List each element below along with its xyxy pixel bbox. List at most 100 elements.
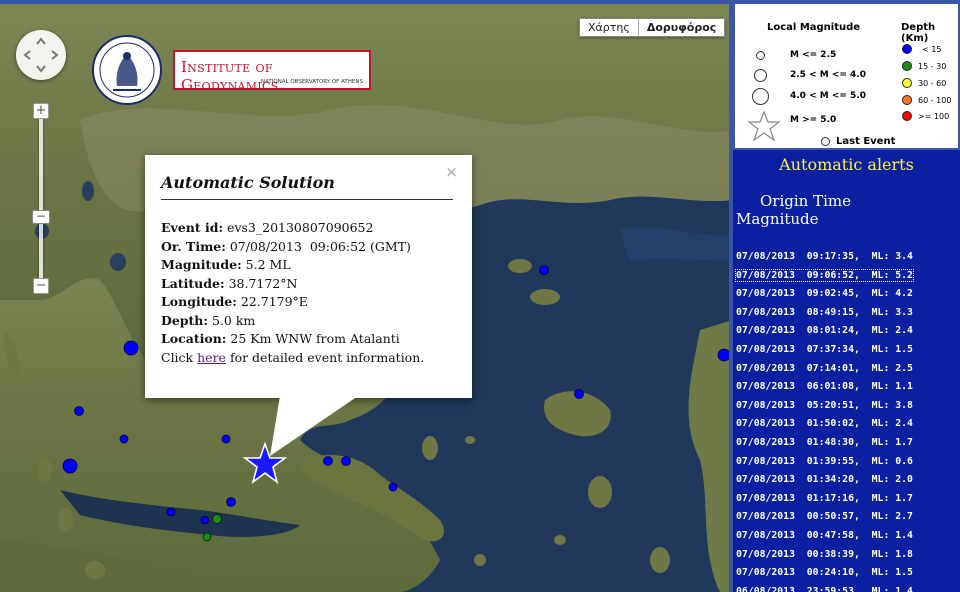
details-row: Click here for detailed event informatio…	[161, 349, 424, 368]
alert-row-text: 07/08/2013 07:37:34, ML: 1.5	[736, 343, 913, 355]
alert-row[interactable]: 07/08/2013 09:02:45, ML: 4.2	[733, 285, 960, 304]
logo-banner: Institute of Geodynamics NATIONAL OBSERV…	[173, 50, 371, 94]
origin-time-row: Or. Time: 07/08/2013 09:06:52 (GMT)	[161, 238, 424, 257]
latitude-label: Latitude:	[161, 275, 225, 291]
pan-control[interactable]	[16, 30, 66, 80]
institute-logo[interactable]: Institute of Geodynamics NATIONAL OBSERV…	[87, 35, 379, 105]
event-marker	[200, 515, 210, 525]
alert-row[interactable]: 07/08/2013 01:17:16, ML: 1.7	[733, 490, 960, 509]
location-value: 25 Km WNW from Atalanti	[230, 331, 400, 346]
alert-row-text: 07/08/2013 09:17:35, ML: 3.4	[736, 251, 913, 262]
event-marker	[62, 458, 78, 474]
details-prefix: Click	[161, 349, 194, 365]
popup-pointer	[270, 396, 358, 456]
pan-down-icon[interactable]	[34, 61, 48, 75]
alert-row-text: 07/08/2013 07:14:01, ML: 2.5	[736, 362, 913, 374]
legend-depth-item-4: 60 - 100	[918, 96, 952, 105]
zoom-in-button[interactable]: +	[33, 103, 49, 119]
latitude-value: 38.7172°N	[228, 275, 298, 291]
zoom-slider-track[interactable]	[39, 112, 43, 284]
event-marker	[574, 389, 584, 399]
alert-row-text: 07/08/2013 08:49:15, ML: 3.3	[736, 306, 913, 318]
event-id-value: evs3_20130807090652	[227, 220, 374, 235]
longitude-row: Longitude: 22.7179°E	[161, 293, 424, 312]
alert-row-text: 07/08/2013 00:38:39, ML: 1.8	[736, 548, 913, 560]
legend-depth-title: Depth (Km)	[901, 22, 936, 44]
alert-row-text: 07/08/2013 01:48:30, ML: 1.7	[736, 436, 913, 448]
alert-row-text: 07/08/2013 06:01:08, ML: 1.1	[736, 381, 913, 393]
magnitude-circle-small-icon	[756, 51, 765, 60]
alert-row-text: 07/08/2013 00:24:10, ML: 1.5	[736, 567, 913, 579]
alert-row[interactable]: 07/08/2013 01:50:02, ML: 2.4	[733, 415, 960, 434]
alert-row[interactable]: 07/08/2013 06:01:08, ML: 1.1	[733, 378, 960, 397]
alert-row-text: 07/08/2013 01:39:55, ML: 0.6	[736, 455, 913, 467]
event-marker	[212, 514, 222, 524]
map-type-satellite-button[interactable]: Δορυφόρος	[637, 19, 725, 36]
depth-value: 5.0 km	[212, 312, 256, 328]
depth-dot-60-100-icon	[902, 95, 912, 105]
longitude-value: 22.7179°E	[240, 294, 308, 309]
alert-row[interactable]: 06/08/2013 23:59:53, ML: 1.4	[733, 583, 960, 592]
map-frame-top	[0, 0, 733, 4]
alert-row[interactable]: 07/08/2013 00:24:10, ML: 1.5	[733, 564, 960, 583]
satellite-map[interactable]: Χάρτης Δορυφόρος + − − Institute of Geod…	[0, 0, 733, 592]
map-type-map-button[interactable]: Χάρτης	[580, 19, 638, 36]
alert-row[interactable]: 07/08/2013 07:37:34, ML: 1.5	[733, 341, 960, 360]
zoom-slider-thumb[interactable]: −	[32, 210, 50, 224]
alerts-title: Automatic alerts	[779, 155, 914, 174]
magnitude-star-icon	[747, 110, 781, 142]
magnitude-value: 5.2 ML	[245, 257, 291, 272]
event-marker	[166, 507, 176, 517]
zoom-out-button[interactable]: −	[33, 278, 49, 294]
depth-row: Depth: 5.0 km	[161, 312, 424, 331]
alert-row[interactable]: 07/08/2013 08:01:24, ML: 2.4	[733, 322, 960, 341]
alert-row[interactable]: 07/08/2013 00:38:39, ML: 1.8	[733, 546, 960, 565]
event-marker	[221, 434, 231, 444]
alert-row[interactable]: 07/08/2013 00:47:58, ML: 1.4	[733, 527, 960, 546]
event-details-link[interactable]: here	[197, 350, 226, 365]
depth-dot-lt15-icon	[902, 44, 912, 54]
event-marker	[119, 434, 129, 444]
alert-row-text: 07/08/2013 05:20:51, ML: 3.8	[736, 399, 913, 411]
alert-row[interactable]: 07/08/2013 00:50:57, ML: 2.7	[733, 508, 960, 527]
depth-dot-gte100-icon	[902, 111, 912, 121]
pan-up-icon[interactable]	[34, 35, 48, 49]
magnitude-label: Magnitude:	[161, 257, 242, 272]
popup-body: Event id: evs3_20130807090652 Or. Time: …	[161, 219, 424, 367]
legend-depth-item-5: >= 100	[918, 112, 950, 121]
event-marker	[123, 340, 139, 356]
pan-right-icon[interactable]	[47, 48, 61, 62]
alert-row[interactable]: 07/08/2013 01:48:30, ML: 1.7	[733, 434, 960, 453]
last-event-circle-icon	[821, 137, 830, 146]
alert-row-text: 06/08/2013 23:59:53, ML: 1.4	[736, 585, 913, 592]
origin-time-label: Or. Time:	[161, 238, 226, 254]
legend-depth-item-1: < 15	[922, 45, 942, 54]
alert-row[interactable]: 07/08/2013 08:49:15, ML: 3.3	[733, 304, 960, 323]
legend-last-event: Last Event	[836, 136, 896, 147]
alert-row-text: 07/08/2013 09:06:52, ML: 5.2	[735, 268, 914, 282]
alert-row[interactable]: 07/08/2013 05:20:51, ML: 3.8	[733, 397, 960, 416]
alert-row[interactable]: 07/08/2013 07:14:01, ML: 2.5	[733, 360, 960, 379]
popup-divider	[161, 199, 453, 200]
origin-time-value: 07/08/2013 09:06:52 (GMT)	[229, 238, 411, 254]
depth-label: Depth:	[161, 312, 209, 328]
event-id-label: Event id:	[161, 220, 224, 235]
alert-row[interactable]: 07/08/2013 01:34:20, ML: 2.0	[733, 471, 960, 490]
alerts-list: 07/08/2013 09:17:35, ML: 3.4 07/08/2013 0…	[733, 248, 960, 592]
column-magnitude: Magnitude	[736, 210, 819, 228]
alert-row[interactable]: 07/08/2013 09:17:35, ML: 3.4	[733, 248, 960, 267]
legend-mag-item-4: M >= 5.0	[790, 115, 837, 125]
location-label: Location:	[161, 331, 227, 346]
latitude-row: Latitude: 38.7172°N	[161, 275, 424, 294]
alert-row-text: 07/08/2013 01:17:16, ML: 1.7	[736, 492, 913, 504]
magnitude-circle-large-icon	[752, 88, 769, 105]
location-row: Location: 25 Km WNW from Atalanti	[161, 330, 424, 349]
column-origin-time: Origin Time	[760, 192, 851, 210]
popup-title: Automatic Solution	[161, 173, 335, 192]
close-icon[interactable]: ×	[445, 163, 458, 181]
alert-row[interactable]: 07/08/2013 09:06:52, ML: 5.2	[733, 267, 960, 286]
alert-row[interactable]: 07/08/2013 01:39:55, ML: 0.6	[733, 453, 960, 472]
logo-subtitle: NATIONAL OBSERVATORY OF ATHENS	[260, 79, 363, 85]
pan-left-icon[interactable]	[21, 48, 35, 62]
alert-row-text: 07/08/2013 00:47:58, ML: 1.4	[736, 529, 913, 541]
